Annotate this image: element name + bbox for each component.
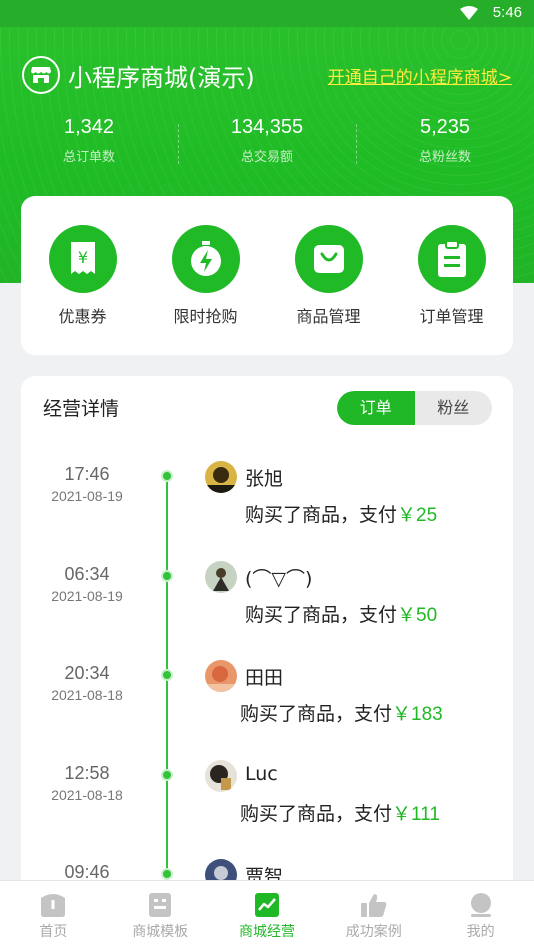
entry-action: 购买了商品，支付￥50 bbox=[245, 600, 437, 627]
entry-date: 2021-08-18 bbox=[51, 787, 123, 803]
timeline-entry[interactable]: 20:34 2021-08-18 田田 购买了商品，支付￥183 bbox=[21, 660, 513, 726]
avatar bbox=[205, 461, 237, 493]
status-time: 5:46 bbox=[492, 4, 522, 21]
entry-name: Luc bbox=[245, 763, 278, 785]
entry-name: 张旭 bbox=[245, 468, 284, 490]
tab-label: 我的 bbox=[466, 924, 495, 940]
stat-total-volume: 134,355 总交易额 bbox=[178, 116, 356, 165]
entry-amount: ￥111 bbox=[392, 804, 440, 825]
trend-chart-icon bbox=[254, 893, 279, 917]
quick-action-label: 优惠券 bbox=[58, 307, 107, 326]
tab-label: 首页 bbox=[39, 924, 68, 940]
quick-action-label: 订单管理 bbox=[419, 307, 484, 326]
entry-name: (⌒▽⌒) bbox=[245, 568, 313, 590]
thumbs-up-icon bbox=[360, 894, 387, 917]
quick-action-flash-sale[interactable]: 限时抢购 bbox=[144, 225, 267, 355]
timeline-dot bbox=[161, 570, 173, 582]
stat-label: 总粉丝数 bbox=[418, 150, 471, 165]
avatar bbox=[205, 561, 237, 593]
quick-action-label: 限时抢购 bbox=[173, 307, 238, 326]
store-icon bbox=[22, 56, 60, 94]
stats-row: 1,342 总订单数 134,355 总交易额 5,235 总粉丝数 bbox=[0, 116, 534, 165]
status-bar: 5:46 bbox=[0, 0, 534, 27]
entry-action-text: 购买了商品，支付 bbox=[240, 803, 393, 825]
svg-text:¥: ¥ bbox=[77, 248, 87, 267]
entry-time: 17:46 bbox=[64, 464, 110, 484]
tab-label: 商城经营 bbox=[238, 924, 295, 940]
tab-profile[interactable]: 我的 bbox=[427, 881, 534, 949]
entry-date: 2021-08-18 bbox=[51, 687, 123, 703]
coupon-icon: ¥ bbox=[48, 225, 117, 293]
timeline-entry[interactable]: 06:34 2021-08-19 (⌒▽⌒) 购买了商品，支付￥50 bbox=[21, 561, 513, 627]
entry-time: 12:58 bbox=[64, 763, 110, 783]
timeline-dot bbox=[161, 470, 173, 482]
profile-icon bbox=[470, 893, 491, 917]
home-icon bbox=[41, 894, 66, 917]
quick-action-products[interactable]: 商品管理 bbox=[267, 225, 390, 355]
entry-action: 购买了商品，支付￥111 bbox=[240, 799, 440, 826]
segment-fans[interactable]: 粉丝 bbox=[415, 391, 493, 425]
stat-label: 总订单数 bbox=[62, 150, 115, 165]
tab-home[interactable]: 首页 bbox=[0, 881, 107, 949]
entry-time: 20:34 bbox=[64, 663, 110, 683]
tab-templates[interactable]: 商城模板 bbox=[107, 881, 214, 949]
shop-header: 小程序商城(演示) 开通自己的小程序商城> bbox=[22, 56, 512, 94]
detail-title: 经营详情 bbox=[43, 398, 120, 420]
template-icon bbox=[149, 893, 172, 917]
entry-action: 购买了商品，支付￥183 bbox=[240, 699, 443, 726]
entry-action-text: 购买了商品，支付 bbox=[245, 604, 398, 626]
entry-date: 2021-08-19 bbox=[51, 588, 123, 604]
stat-total-orders: 1,342 总订单数 bbox=[0, 116, 178, 165]
tab-cases[interactable]: 成功案例 bbox=[320, 881, 427, 949]
entry-action: 购买了商品，支付￥25 bbox=[245, 500, 437, 527]
stat-label: 总交易额 bbox=[240, 150, 293, 165]
business-detail-card: 经营详情 订单 粉丝 17:46 2021-08-19 张旭 购买了商品，支付￥… bbox=[21, 376, 513, 896]
flash-sale-icon bbox=[171, 225, 240, 293]
stat-value: 134,355 bbox=[230, 116, 304, 138]
stat-value: 5,235 bbox=[419, 116, 471, 138]
entry-amount: ￥25 bbox=[397, 505, 438, 526]
tab-label: 商城模板 bbox=[132, 924, 189, 940]
quick-action-label: 商品管理 bbox=[296, 307, 361, 326]
stat-value: 1,342 bbox=[63, 116, 115, 138]
quick-action-orders[interactable]: 订单管理 bbox=[390, 225, 513, 355]
bottom-tab-bar: 首页 商城模板 商城经营 成功案例 我的 bbox=[0, 880, 534, 949]
wifi-icon bbox=[460, 6, 478, 20]
clipboard-icon bbox=[417, 225, 486, 293]
stat-total-fans: 5,235 总粉丝数 bbox=[356, 116, 534, 165]
entry-action-text: 购买了商品，支付 bbox=[240, 703, 393, 725]
entry-amount: ￥183 bbox=[392, 704, 443, 725]
entry-time: 06:34 bbox=[64, 564, 110, 584]
timeline-dot bbox=[161, 769, 173, 781]
timeline-entry[interactable]: 12:58 2021-08-18 Luc 购买了商品，支付￥111 bbox=[21, 760, 513, 826]
avatar bbox=[205, 660, 237, 692]
timeline-dot bbox=[161, 868, 173, 880]
entry-amount: ￥50 bbox=[397, 605, 438, 626]
avatar bbox=[205, 760, 237, 792]
quick-action-coupon[interactable]: ¥ 优惠券 bbox=[21, 225, 144, 355]
entry-action-text: 购买了商品，支付 bbox=[245, 504, 398, 526]
timeline-dot bbox=[161, 669, 173, 681]
segment-control: 订单 粉丝 bbox=[337, 391, 492, 425]
entry-name: 田田 bbox=[245, 667, 284, 689]
timeline-entry[interactable]: 17:46 2021-08-19 张旭 购买了商品，支付￥25 bbox=[21, 461, 513, 527]
tab-label: 成功案例 bbox=[345, 924, 402, 940]
entry-date: 2021-08-19 bbox=[51, 488, 123, 504]
open-own-shop-link[interactable]: 开通自己的小程序商城> bbox=[328, 63, 512, 88]
quick-actions-card: ¥ 优惠券 限时抢购 商品管理 订单管理 bbox=[21, 196, 513, 355]
segment-orders[interactable]: 订单 bbox=[337, 391, 415, 425]
shop-name: 小程序商城(演示) bbox=[68, 63, 255, 92]
shopping-bag-icon bbox=[294, 225, 363, 293]
tab-business[interactable]: 商城经营 bbox=[214, 881, 321, 949]
